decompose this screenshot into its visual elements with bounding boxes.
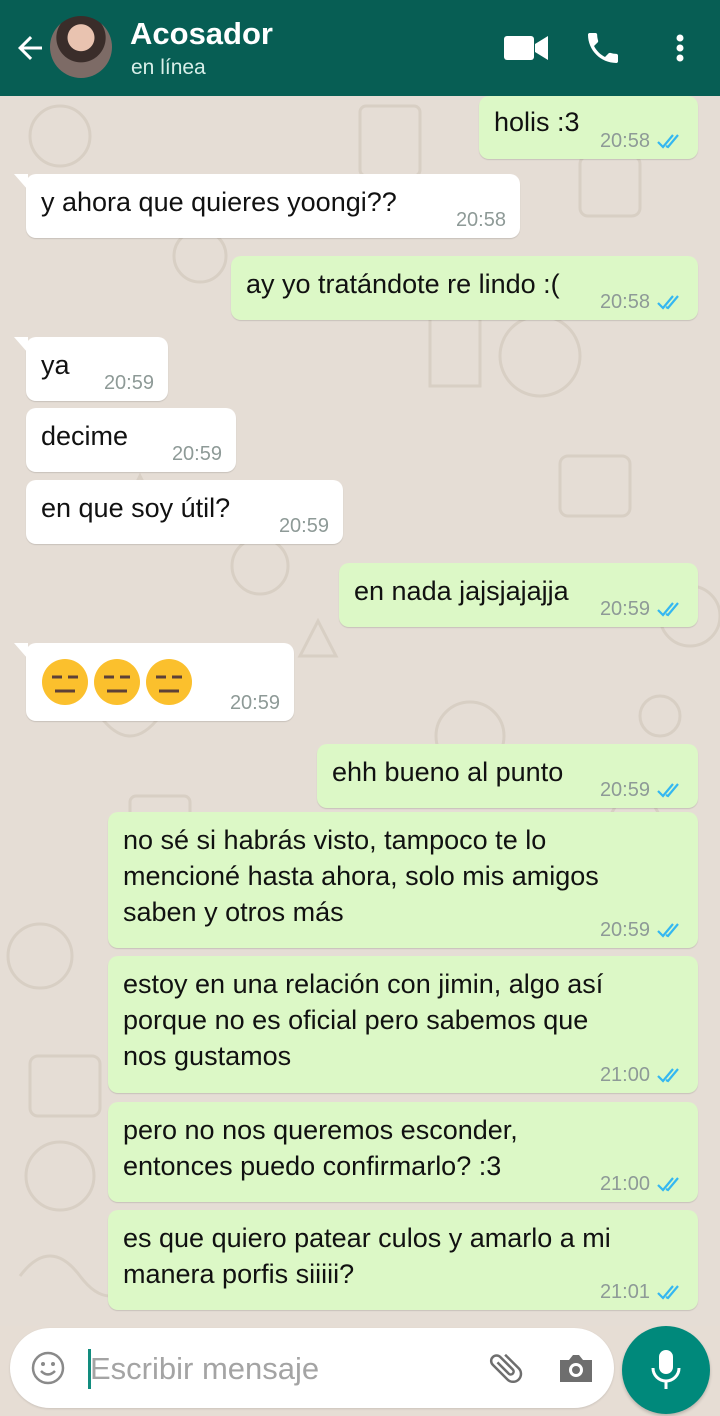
message-time: 20:58 — [599, 291, 650, 313]
video-call-icon[interactable] — [502, 28, 550, 68]
contact-name[interactable]: Acosador — [130, 16, 273, 52]
message-input[interactable]: Escribir mensaje — [90, 1349, 319, 1389]
message-text: holis :3 — [494, 107, 580, 137]
message-text: y ahora que quieres yoongi?? — [41, 187, 397, 217]
message-text: estoy en una relación con jimin, algo as… — [123, 969, 604, 1071]
message-text: en que soy útil? — [41, 493, 231, 523]
read-receipt-icon — [657, 295, 679, 310]
incoming-message[interactable]: 20:59 — [14, 643, 294, 721]
message-time: 21:01 — [599, 1281, 650, 1303]
message-time: 20:59 — [171, 443, 222, 465]
contact-status: en línea — [131, 56, 206, 79]
back-arrow-icon[interactable] — [12, 30, 48, 66]
read-receipt-icon — [657, 134, 679, 149]
message-text: no sé si habrás visto, tampoco te lo men… — [123, 825, 599, 927]
message-time: 20:59 — [599, 598, 650, 620]
contact-avatar[interactable] — [50, 16, 112, 78]
read-receipt-icon — [657, 1068, 679, 1083]
read-receipt-icon — [657, 923, 679, 938]
chat-header: Acosador en línea — [0, 0, 720, 96]
message-time: 20:59 — [229, 692, 280, 714]
voice-message-button[interactable] — [622, 1326, 710, 1414]
message-time: 21:00 — [599, 1173, 650, 1195]
incoming-message[interactable]: en que soy útil? 20:59 — [26, 480, 343, 544]
read-receipt-icon — [657, 1285, 679, 1300]
message-text: pero no nos queremos esconder, entonces … — [123, 1115, 518, 1181]
expressionless-face-emoji-icon — [42, 659, 88, 705]
outgoing-message[interactable]: ehh bueno al punto 20:59 — [317, 744, 698, 808]
incoming-message[interactable]: ya 20:59 — [14, 337, 168, 401]
expressionless-face-emoji-icon — [94, 659, 140, 705]
chat-area[interactable]: holis :3 20:58 y ahora que quieres yoong… — [0, 96, 720, 1326]
incoming-message[interactable]: y ahora que quieres yoongi?? 20:58 — [14, 174, 520, 238]
message-time: 20:59 — [599, 779, 650, 801]
read-receipt-icon — [657, 1177, 679, 1192]
mic-icon — [651, 1350, 681, 1389]
message-time: 20:59 — [103, 372, 154, 394]
message-composer[interactable]: Escribir mensaje — [10, 1328, 614, 1408]
incoming-message[interactable]: decime 20:59 — [26, 408, 236, 472]
message-text: es que quiero patear culos y amarlo a mi… — [123, 1223, 611, 1289]
message-text: decime — [41, 421, 129, 451]
outgoing-message[interactable]: estoy en una relación con jimin, algo as… — [108, 956, 698, 1093]
outgoing-message[interactable]: pero no nos queremos esconder, entonces … — [108, 1102, 698, 1202]
outgoing-message[interactable]: en nada jajsjajajja 20:59 — [339, 563, 698, 627]
message-text: ehh bueno al punto — [332, 757, 564, 787]
outgoing-message[interactable]: ay yo tratándote re lindo :( 20:58 — [231, 256, 698, 320]
outgoing-message[interactable]: holis :3 20:58 — [479, 96, 698, 159]
read-receipt-icon — [657, 783, 679, 798]
message-time: 20:58 — [455, 209, 506, 231]
outgoing-message[interactable]: es que quiero patear culos y amarlo a mi… — [108, 1210, 698, 1310]
voice-call-icon[interactable] — [583, 28, 623, 68]
message-time: 21:00 — [599, 1064, 650, 1086]
expressionless-face-emoji-icon — [146, 659, 192, 705]
message-text: en nada jajsjajajja — [354, 576, 569, 606]
message-time: 20:58 — [599, 130, 650, 152]
message-time: 20:59 — [278, 515, 329, 537]
message-text: ay yo tratándote re lindo :( — [246, 269, 560, 299]
outgoing-message[interactable]: no sé si habrás visto, tampoco te lo men… — [108, 812, 698, 948]
message-time: 20:59 — [599, 919, 650, 941]
more-options-icon[interactable] — [665, 28, 695, 68]
emoji-icon[interactable] — [30, 1350, 66, 1386]
emoji-message — [40, 657, 194, 707]
attach-icon[interactable] — [486, 1348, 526, 1388]
read-receipt-icon — [657, 602, 679, 617]
camera-icon[interactable] — [556, 1350, 596, 1386]
message-text: ya — [41, 350, 70, 380]
